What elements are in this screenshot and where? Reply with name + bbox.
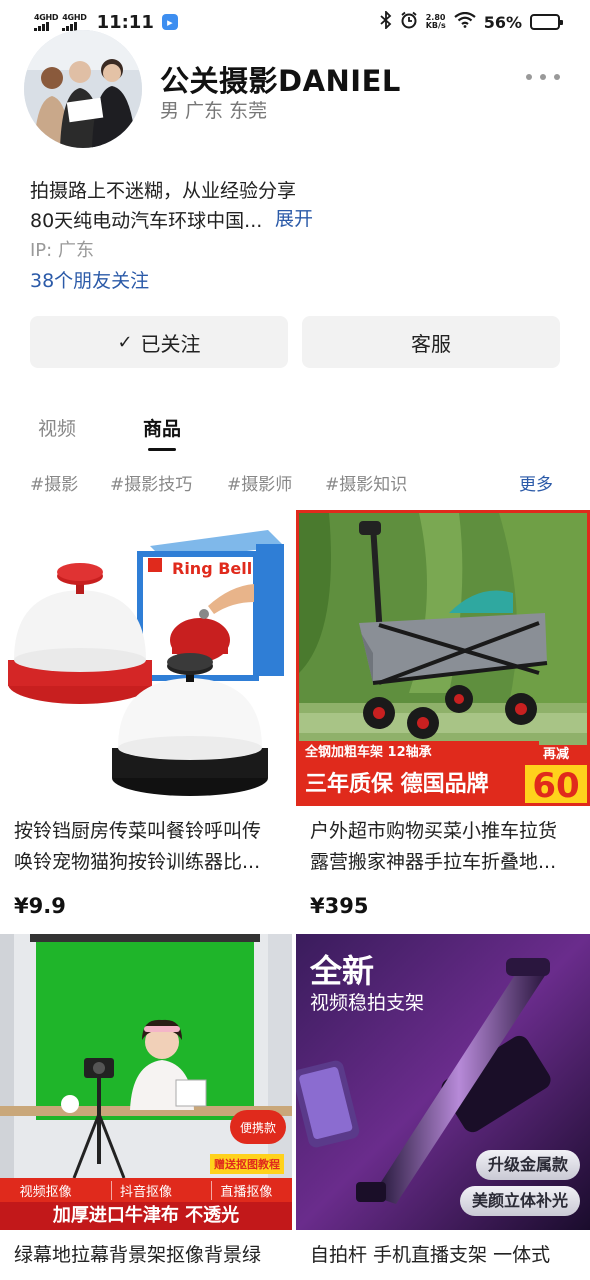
battery-icon [530,14,563,30]
tag-filter[interactable]: #摄影师 [227,470,292,495]
promo-subheadline: 视频稳拍支架 [310,992,425,1014]
style-pill: 便携款 [230,1110,286,1144]
tab-videos[interactable]: 视频 [38,414,76,441]
followed-label: 已关注 [140,331,201,356]
profile-name: 公关摄影DANIEL [160,64,401,98]
wifi-icon [454,11,476,32]
feature-label: 直播抠像 [211,1180,272,1200]
promo-banner-top: 全钢加粗车架 12轴承 [299,741,539,765]
more-dot-icon [554,74,560,80]
product-image[interactable]: 全新 视频稳拍支架 升级金属款 美颜立体补光 [296,934,590,1230]
customer-service-button[interactable]: 客服 [302,316,560,368]
feature-label: 抖音抠像 [110,1180,172,1200]
tag-filter[interactable]: #摄影知识 [325,470,407,495]
followed-button[interactable]: ✓ 已关注 [30,316,288,368]
feature-row: 视频抠像 抖音抠像 直播抠像 [0,1178,292,1202]
signal-icon-2: 4GHD [62,13,87,31]
bluetooth-icon [380,9,392,33]
feature-pill: 升级金属款 [475,1150,580,1180]
check-icon: ✓ [117,331,133,353]
more-dot-icon [526,74,532,80]
more-dot-icon [540,74,546,80]
box-brand-text: Ring Bell [172,559,252,578]
tab-products[interactable]: 商品 [143,414,181,441]
tag-filter[interactable]: #摄影技巧 [110,470,192,495]
battery-percent: 56% [483,12,522,32]
feature-pill: 美颜立体补光 [459,1186,580,1216]
active-tab-indicator [148,448,176,451]
expand-bio-link[interactable]: 展开 [275,204,313,231]
network-speed: 2.80 KB/s [425,13,446,30]
profile-meta: 男 广东 东莞 [160,100,268,122]
avatar[interactable] [24,30,142,148]
bio-line: 80天纯电动汽车环球中国... [30,210,263,232]
bio-line: 拍摄路上不迷糊，从业经验分享 [30,180,297,202]
status-time: 11:11 [96,11,154,33]
product-image[interactable]: 全钢加粗车架 12轴承 三年质保 德国品牌 再减 60 [296,510,590,806]
app-notification-icon: ▸ [161,14,178,30]
feature-label: 视频抠像 [19,1184,72,1200]
customer-service-label: 客服 [411,331,451,356]
promo-headline: 全新 [310,952,375,990]
product-image[interactable]: 便携款 赠送抠图教程 视频抠像 抖音抠像 直播抠像 加厚进口牛津布 不透光 [0,934,292,1230]
product-price: ¥9.9 [14,894,66,918]
promo-banner-main: 加厚进口牛津布 不透光 [0,1202,292,1230]
friends-follow-link[interactable]: 38个朋友关注 [30,266,149,293]
gift-label: 赠送抠图教程 [210,1154,284,1174]
product-title[interactable]: 绿幕地拉幕背景架抠像背景绿 [14,1240,294,1271]
more-options-button[interactable] [526,64,560,90]
profile-bio: 拍摄路上不迷糊，从业经验分享 80天纯电动汽车环球中国... [30,176,296,236]
tag-filter[interactable]: #摄影 [30,470,78,495]
product-price: ¥395 [310,894,369,918]
product-title[interactable]: 按铃铛厨房传菜叫餐铃呼叫传 唤铃宠物猫狗按铃训练器比... [14,816,294,878]
discount-badge: 再减 60 [525,745,587,803]
promo-banner-main: 三年质保 德国品牌 [299,765,525,803]
product-title[interactable]: 户外超市购物买菜小推车拉货 露营搬家神器手拉车折叠地... [310,816,590,878]
ip-location: IP: 广东 [30,240,94,261]
product-title[interactable]: 自拍杆 手机直播支架 一体式 [310,1240,590,1271]
product-image[interactable]: Ring Bell [0,510,292,806]
more-tags-link[interactable]: 更多 [519,470,553,495]
alarm-icon [400,11,418,33]
signal-icon-1: 4GHD [34,13,59,31]
